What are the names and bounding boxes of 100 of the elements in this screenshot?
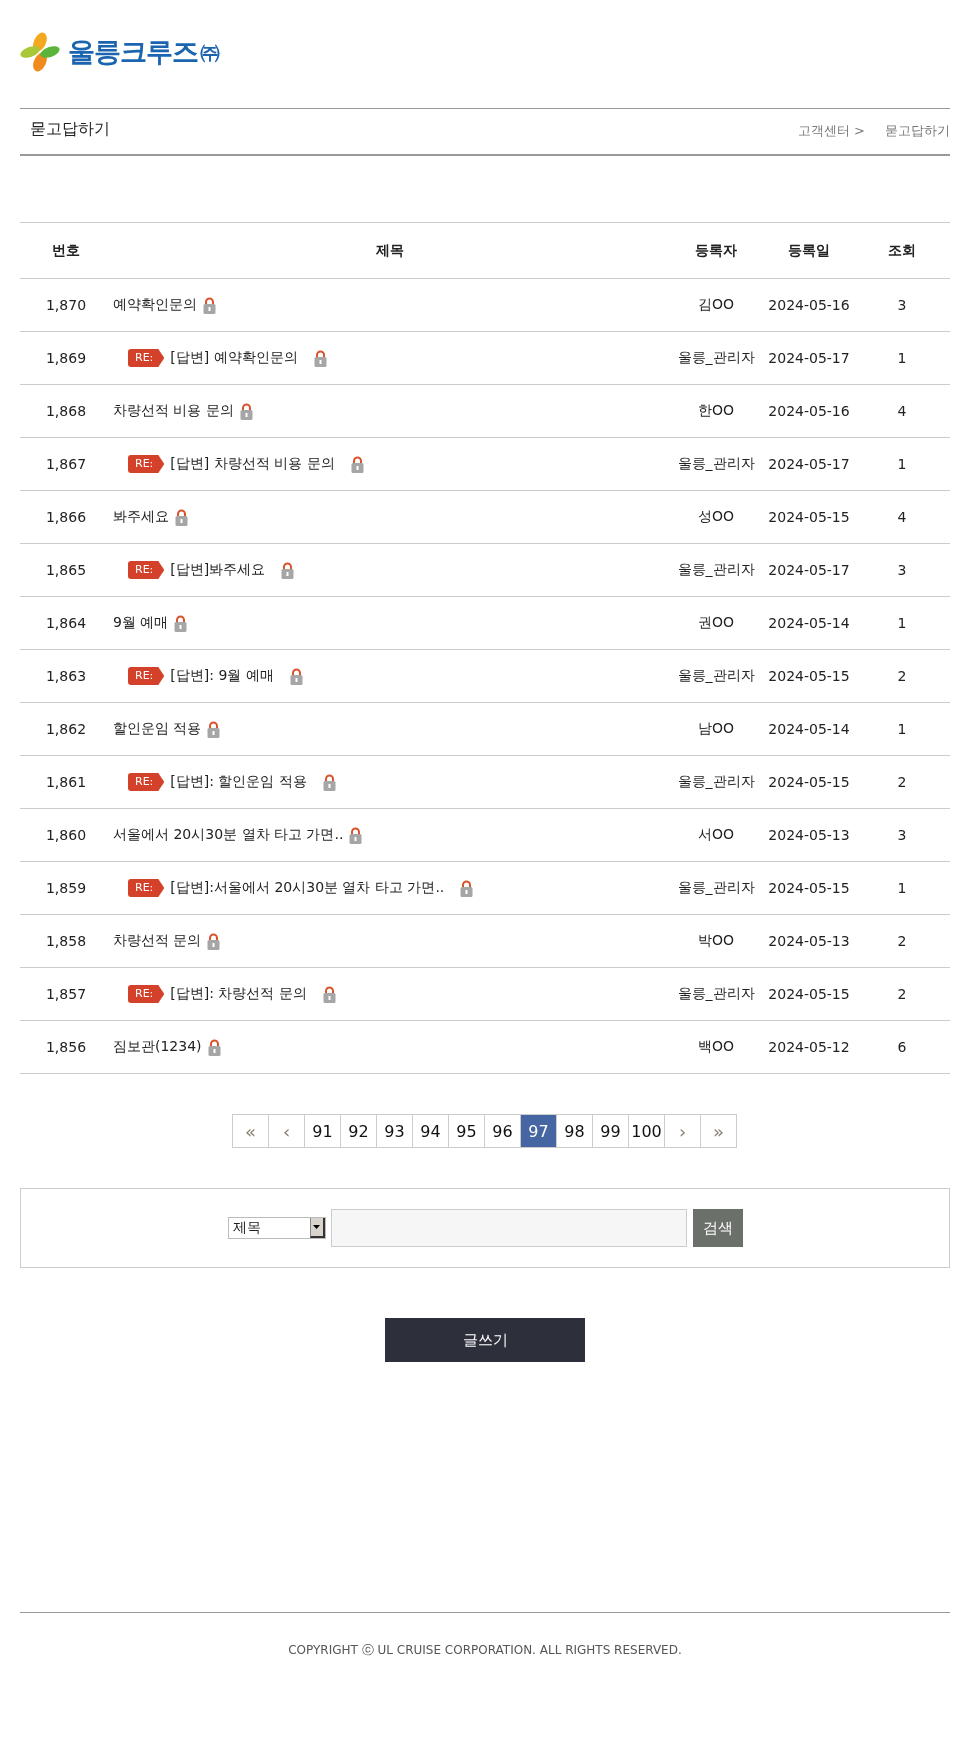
date-cell-text: 2024-05-17 xyxy=(767,350,851,366)
author-cell-text: 남OO xyxy=(696,720,735,738)
author-cell-text: 울릉_관리자 xyxy=(676,879,756,897)
number-cell-text: 1,858 xyxy=(44,933,88,949)
views-cell-text: 2 xyxy=(896,986,908,1002)
author-cell-text: 서OO xyxy=(696,826,735,844)
pager-nav-button[interactable]: « xyxy=(232,1114,269,1148)
post-title-link[interactable]: [답변] 차량선적 비용 문의 xyxy=(170,455,335,473)
write-button[interactable]: 글쓰기 xyxy=(385,1318,585,1362)
post-title-link[interactable]: [답변] 예약확인문의 xyxy=(170,349,298,367)
post-title-link[interactable]: [답변]: 9월 예매 xyxy=(170,667,274,685)
number-cell-text: 1,870 xyxy=(44,297,88,313)
number-cell-text: 1,869 xyxy=(44,350,88,366)
author-cell-text: 김OO xyxy=(696,296,735,314)
post-title-link[interactable]: 짐보관(1234) xyxy=(113,1038,202,1056)
column-header: 번호 xyxy=(51,241,81,260)
date-cell-text: 2024-05-16 xyxy=(767,403,851,419)
date-cell-text: 2024-05-15 xyxy=(767,774,851,790)
views-cell-text: 1 xyxy=(896,880,908,896)
column-header: 등록일 xyxy=(787,241,831,260)
column-header: 조회 xyxy=(887,241,917,260)
author-cell-text: 성OO xyxy=(696,508,735,526)
date-cell-text: 2024-05-15 xyxy=(767,509,851,525)
reply-badge: RE: xyxy=(128,773,165,791)
page-button[interactable]: 91 xyxy=(304,1114,341,1148)
page-button[interactable]: 95 xyxy=(448,1114,485,1148)
author-cell-text: 울릉_관리자 xyxy=(676,985,756,1003)
number-cell-text: 1,857 xyxy=(44,986,88,1002)
pager-nav-button[interactable]: ‹ xyxy=(268,1114,305,1148)
views-cell-text: 4 xyxy=(896,403,908,419)
post-title-link[interactable]: 할인운임 적용 xyxy=(113,720,202,738)
author-cell-text: 울릉_관리자 xyxy=(676,773,756,791)
post-title-link[interactable]: 예약확인문의 xyxy=(113,296,197,314)
date-cell-text: 2024-05-14 xyxy=(767,615,851,631)
views-cell-text: 2 xyxy=(896,774,908,790)
author-cell-text: 울릉_관리자 xyxy=(676,561,756,579)
page-button[interactable]: 96 xyxy=(484,1114,521,1148)
breadcrumb-item[interactable]: 고객센터 > xyxy=(797,122,865,140)
reply-badge: RE: xyxy=(128,561,165,579)
search-type-select[interactable]: 제목 xyxy=(227,1217,326,1239)
views-cell-text: 3 xyxy=(896,297,908,313)
page-title: 묻고답하기 xyxy=(30,119,110,140)
page-button[interactable]: 98 xyxy=(556,1114,593,1148)
number-cell-text: 1,864 xyxy=(44,615,88,631)
author-cell-text: 박OO xyxy=(696,932,735,950)
search-field[interactable] xyxy=(330,1209,687,1247)
page-button[interactable]: 94 xyxy=(412,1114,449,1148)
author-cell-text: 한OO xyxy=(696,402,735,420)
date-cell-text: 2024-05-12 xyxy=(767,1039,851,1055)
views-cell-text: 2 xyxy=(896,933,908,949)
number-cell-text: 1,865 xyxy=(44,562,88,578)
author-cell-text: 울릉_관리자 xyxy=(676,349,756,367)
date-cell-text: 2024-05-15 xyxy=(767,668,851,684)
number-cell-text: 1,856 xyxy=(44,1039,88,1055)
author-cell-text: 울릉_관리자 xyxy=(676,667,756,685)
column-header: 제목 xyxy=(375,241,405,260)
column-header: 등록자 xyxy=(694,241,738,260)
number-cell-text: 1,862 xyxy=(44,721,88,737)
page-button[interactable]: 99 xyxy=(592,1114,629,1148)
date-cell-text: 2024-05-17 xyxy=(767,456,851,472)
reply-badge: RE: xyxy=(128,667,165,685)
views-cell-text: 3 xyxy=(896,827,908,843)
search-button[interactable]: 검색 xyxy=(692,1209,743,1247)
number-cell-text: 1,867 xyxy=(44,456,88,472)
number-cell-text: 1,861 xyxy=(44,774,88,790)
breadcrumb-item[interactable]: 묻고답하기 xyxy=(885,122,950,140)
post-title-link[interactable]: [답변]:서울에서 20시30분 열차 타고 가면.. xyxy=(170,879,445,897)
views-cell-text: 1 xyxy=(896,350,908,366)
reply-badge: RE: xyxy=(128,455,165,473)
post-title-link[interactable]: 차량선적 문의 xyxy=(113,932,202,950)
date-cell-text: 2024-05-16 xyxy=(767,297,851,313)
date-cell-text: 2024-05-17 xyxy=(767,562,851,578)
post-title-link[interactable]: [답변]봐주세요 xyxy=(170,561,266,579)
author-cell-text: 울릉_관리자 xyxy=(676,455,756,473)
number-cell-text: 1,863 xyxy=(44,668,88,684)
post-title-link[interactable]: 봐주세요 xyxy=(113,508,169,526)
date-cell-text: 2024-05-13 xyxy=(767,827,851,843)
date-cell-text: 2024-05-14 xyxy=(767,721,851,737)
dropdown-arrow-icon xyxy=(313,1225,320,1229)
date-cell-text: 2024-05-15 xyxy=(767,880,851,896)
views-cell-text: 1 xyxy=(896,456,908,472)
page-button[interactable]: 100 xyxy=(628,1114,665,1148)
views-cell-text: 1 xyxy=(896,721,908,737)
logo-suffix: ㈜ xyxy=(200,38,220,66)
views-cell-text: 3 xyxy=(896,562,908,578)
post-title-link[interactable]: 서울에서 20시30분 열차 타고 가면.. xyxy=(113,826,344,844)
page-button[interactable]: 97 xyxy=(520,1114,557,1148)
date-cell-text: 2024-05-15 xyxy=(767,986,851,1002)
post-title-link[interactable]: 차량선적 비용 문의 xyxy=(113,402,234,420)
post-title-link[interactable]: [답변]: 할인운임 적용 xyxy=(170,773,307,791)
post-title-link[interactable]: [답변]: 차량선적 문의 xyxy=(170,985,307,1003)
pager-nav-button[interactable]: › xyxy=(664,1114,701,1148)
page-button[interactable]: 92 xyxy=(340,1114,377,1148)
copyright-text: COPYRIGHT ⓒ UL CRUISE CORPORATION. ALL RIGHTS RESERVED. xyxy=(288,1643,682,1657)
number-cell-text: 1,860 xyxy=(44,827,88,843)
pager-nav-button[interactable]: » xyxy=(700,1114,737,1148)
logo-text: 울릉크루즈 xyxy=(68,35,198,69)
views-cell-text: 4 xyxy=(896,509,908,525)
page-button[interactable]: 93 xyxy=(376,1114,413,1148)
post-title-link[interactable]: 9월 예매 xyxy=(113,614,169,632)
